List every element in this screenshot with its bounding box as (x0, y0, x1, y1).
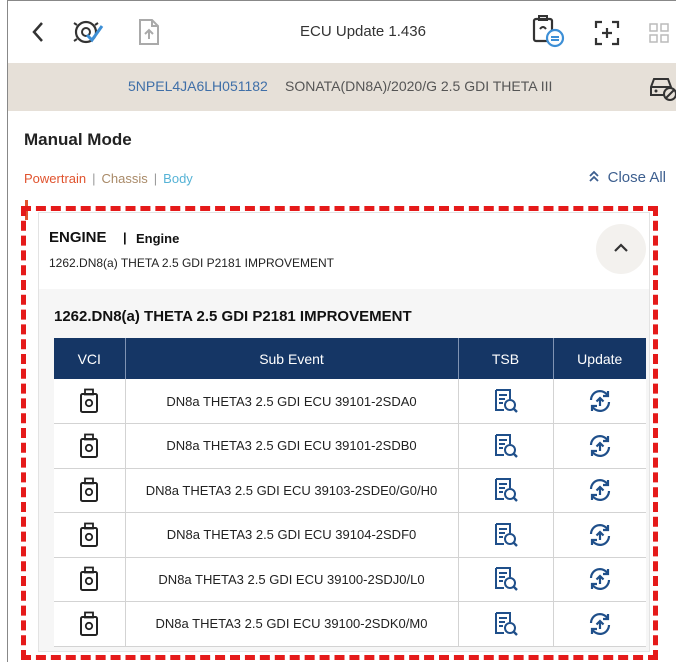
vci-device-icon (78, 388, 100, 413)
vci-device-icon (78, 477, 100, 503)
double-chevron-up-icon (588, 170, 604, 185)
vci-cell (54, 557, 126, 602)
engine-card-header[interactable]: ENGINE | Engine 1262.DN8(a) THETA 2.5 GD… (39, 213, 649, 285)
vci-cell (54, 423, 126, 469)
app-title: ECU Update 1.436 (300, 23, 426, 40)
tab-body[interactable]: Body (163, 171, 193, 186)
back-chevron-icon[interactable] (28, 19, 52, 47)
engine-title: ENGINE (49, 229, 107, 246)
table-row: DN8a THETA3 2.5 GDI ECU 39104-2SDF0 (54, 512, 646, 558)
engine-description: 1262.DN8(a) THETA 2.5 GDI P2181 IMPROVEM… (49, 256, 334, 270)
ecu-check-icon[interactable] (71, 17, 107, 52)
tsb-cell (458, 512, 554, 558)
update-cell (553, 423, 646, 469)
update-refresh-icon[interactable] (586, 479, 614, 502)
sub-event-cell: DN8a THETA3 2.5 GDI ECU 39104-2SDF0 (125, 512, 459, 558)
screen-capture-icon[interactable] (593, 19, 621, 52)
vci-cell (54, 468, 126, 513)
update-refresh-icon[interactable] (586, 390, 614, 412)
column-header-tsb: TSB (458, 338, 554, 379)
tsb-document-icon[interactable] (493, 433, 519, 458)
vci-device-icon (78, 522, 100, 547)
table-row: DN8a THETA3 2.5 GDI ECU 39103-2SDE0/G0/H… (54, 468, 646, 513)
table-header-row: VCI Sub Event TSB Update (54, 338, 646, 379)
tsb-document-icon[interactable] (493, 478, 519, 503)
vehicle-model-text: SONATA(DN8A)/2020/G 2.5 GDI THETA III (285, 78, 553, 94)
vci-status-icon[interactable] (530, 15, 566, 54)
collapse-button[interactable] (596, 224, 646, 274)
tsb-cell (458, 601, 554, 647)
vci-cell (54, 512, 126, 558)
title-separator: | (123, 230, 127, 245)
tsb-document-icon[interactable] (493, 389, 519, 413)
column-header-vci: VCI (54, 338, 126, 379)
engine-card-body: 1262.DN8(a) THETA 2.5 GDI P2181 IMPROVEM… (39, 289, 649, 651)
vehicle-settings-icon[interactable] (648, 74, 676, 107)
event-section-title: 1262.DN8(a) THETA 2.5 GDI P2181 IMPROVEM… (54, 308, 412, 325)
table-row: DN8a THETA3 2.5 GDI ECU 39101-2SDA0 (54, 379, 646, 424)
update-refresh-icon[interactable] (586, 523, 614, 546)
page-title: Manual Mode (24, 130, 132, 149)
update-refresh-icon[interactable] (586, 612, 614, 635)
table-row: DN8a THETA3 2.5 GDI ECU 39100-2SDJ0/L0 (54, 557, 646, 602)
chevron-up-icon (596, 224, 646, 272)
ecu-update-table: VCI Sub Event TSB Update DN8a THETA3 2.5… (54, 338, 646, 647)
vin-text: 5NPEL4JA6LH051182 (128, 78, 268, 94)
sub-event-cell: DN8a THETA3 2.5 GDI ECU 39101-2SDB0 (125, 423, 459, 469)
update-refresh-icon[interactable] (586, 568, 614, 591)
update-cell (553, 468, 646, 513)
engine-card: ENGINE | Engine 1262.DN8(a) THETA 2.5 GD… (38, 212, 650, 652)
close-all-button[interactable]: Close All (588, 169, 666, 186)
vci-cell (54, 379, 126, 424)
tab-separator: | (153, 171, 158, 186)
tsb-cell (458, 379, 554, 424)
tsb-cell (458, 423, 554, 469)
tab-chassis[interactable]: Chassis (102, 171, 148, 186)
column-header-update: Update (553, 338, 646, 379)
tab-separator: | (92, 171, 96, 186)
powertrain-accent-line (25, 200, 28, 220)
top-toolbar: ECU Update 1.436 (8, 1, 676, 63)
tsb-document-icon[interactable] (493, 611, 519, 636)
close-all-label: Close All (607, 169, 666, 186)
vci-device-icon (78, 433, 100, 458)
update-cell (553, 379, 646, 424)
vci-device-icon (78, 611, 100, 636)
sub-event-cell: DN8a THETA3 2.5 GDI ECU 39100-2SDK0/M0 (125, 601, 459, 647)
sub-event-cell: DN8a THETA3 2.5 GDI ECU 39103-2SDE0/G0/H… (125, 468, 459, 513)
tsb-cell (458, 557, 554, 602)
tsb-document-icon[interactable] (493, 567, 519, 592)
file-upload-icon[interactable] (134, 17, 164, 52)
update-cell (553, 512, 646, 558)
vehicle-info-bar: 5NPEL4JA6LH051182 SONATA(DN8A)/2020/G 2.… (8, 63, 676, 111)
table-row: DN8a THETA3 2.5 GDI ECU 39100-2SDK0/M0 (54, 601, 646, 647)
tsb-cell (458, 468, 554, 513)
column-header-sub-event: Sub Event (125, 338, 459, 379)
sub-event-cell: DN8a THETA3 2.5 GDI ECU 39100-2SDJ0/L0 (125, 557, 459, 602)
system-tabs: Powertrain | Chassis | Body (24, 171, 193, 186)
update-refresh-icon[interactable] (586, 434, 614, 457)
grid-menu-icon[interactable] (649, 23, 669, 48)
vci-device-icon (78, 566, 100, 592)
sub-event-cell: DN8a THETA3 2.5 GDI ECU 39101-2SDA0 (125, 379, 459, 424)
table-row: DN8a THETA3 2.5 GDI ECU 39101-2SDB0 (54, 423, 646, 469)
tab-powertrain[interactable]: Powertrain (24, 171, 86, 186)
update-cell (553, 557, 646, 602)
update-cell (553, 601, 646, 647)
tsb-document-icon[interactable] (493, 522, 519, 547)
vci-cell (54, 601, 126, 647)
engine-subtitle: Engine (136, 231, 180, 246)
